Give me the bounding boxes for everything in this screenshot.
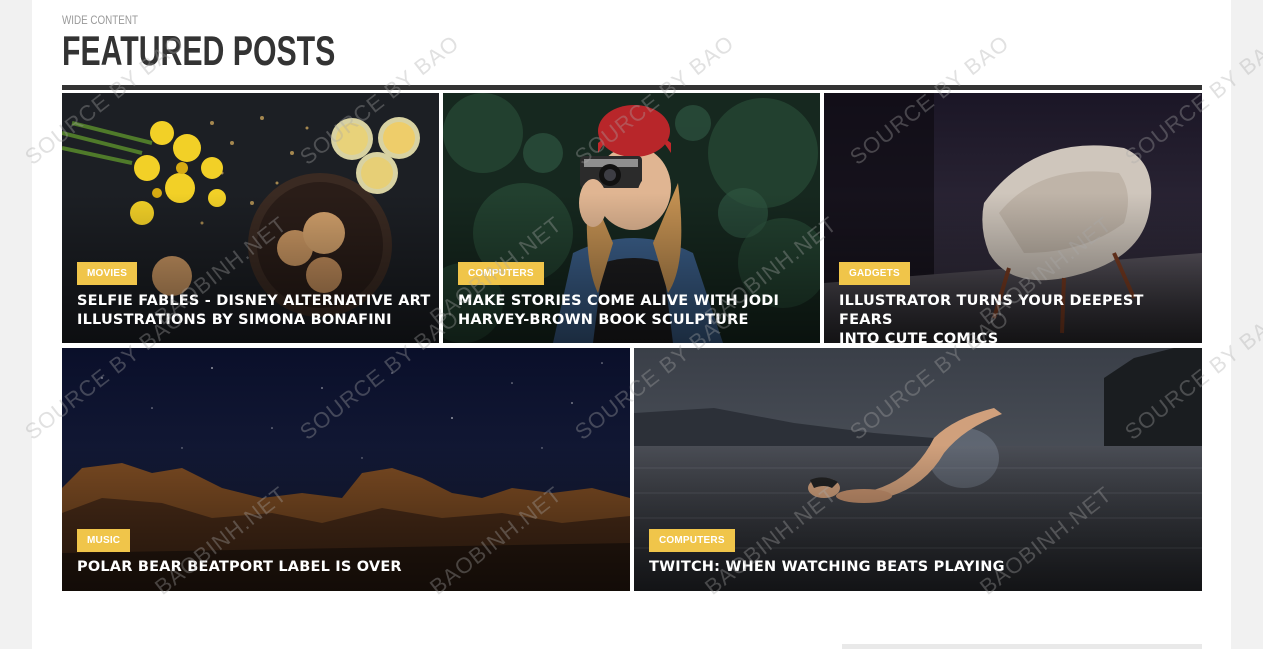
sidebar-widget-top — [842, 644, 1202, 649]
post-title-line-1: TWITCH: WHEN WATCHING BEATS PLAYING — [649, 559, 1005, 575]
section-title-divider — [62, 85, 1202, 90]
category-badge[interactable]: GADGETS — [839, 262, 910, 285]
featured-post-card-4[interactable]: MUSIC POLAR BEAR BEATPORT LABEL IS OVER — [62, 348, 630, 591]
category-badge[interactable]: MUSIC — [77, 529, 131, 552]
post-title[interactable]: TWITCH: WHEN WATCHING BEATS PLAYING — [649, 558, 1005, 577]
post-title[interactable]: POLAR BEAR BEATPORT LABEL IS OVER — [77, 558, 402, 577]
post-title-line-1: POLAR BEAR BEATPORT LABEL IS OVER — [77, 559, 402, 575]
featured-post-card-2[interactable]: COMPUTERS MAKE STORIES COME ALIVE WITH J… — [443, 93, 820, 343]
featured-post-card-1[interactable]: MOVIES SELFIE FABLES - DISNEY ALTERNATIV… — [62, 93, 439, 343]
post-title-line-2: ILLUSTRATIONS BY SIMONA BONAFINI — [77, 312, 392, 328]
post-title-line-1: SELFIE FABLES - DISNEY ALTERNATIVE ART — [77, 293, 431, 309]
post-title[interactable]: MAKE STORIES COME ALIVE WITH JODI HARVEY… — [458, 292, 779, 330]
category-badge[interactable]: COMPUTERS — [458, 262, 544, 285]
category-badge[interactable]: MOVIES — [77, 262, 138, 285]
post-title-line-2: HARVEY-BROWN BOOK SCULPTURE — [458, 312, 749, 328]
post-title-line-1: MAKE STORIES COME ALIVE WITH JODI — [458, 293, 780, 309]
post-title[interactable]: ILLUSTRATOR TURNS YOUR DEEPEST FEARS INT… — [839, 292, 1202, 343]
category-badge[interactable]: COMPUTERS — [649, 529, 735, 552]
featured-post-card-3[interactable]: GADGETS ILLUSTRATOR TURNS YOUR DEEPEST F… — [824, 93, 1202, 343]
featured-post-card-5[interactable]: COMPUTERS TWITCH: WHEN WATCHING BEATS PL… — [634, 348, 1202, 591]
section-kicker: WIDE CONTENT — [62, 13, 138, 27]
post-title-line-1: ILLUSTRATOR TURNS YOUR DEEPEST FEARS — [839, 293, 1144, 328]
post-title-line-2: INTO CUTE COMICS — [839, 331, 999, 343]
section-title: FEATURED POSTS — [62, 27, 336, 74]
post-title[interactable]: SELFIE FABLES - DISNEY ALTERNATIVE ART I… — [77, 292, 430, 330]
